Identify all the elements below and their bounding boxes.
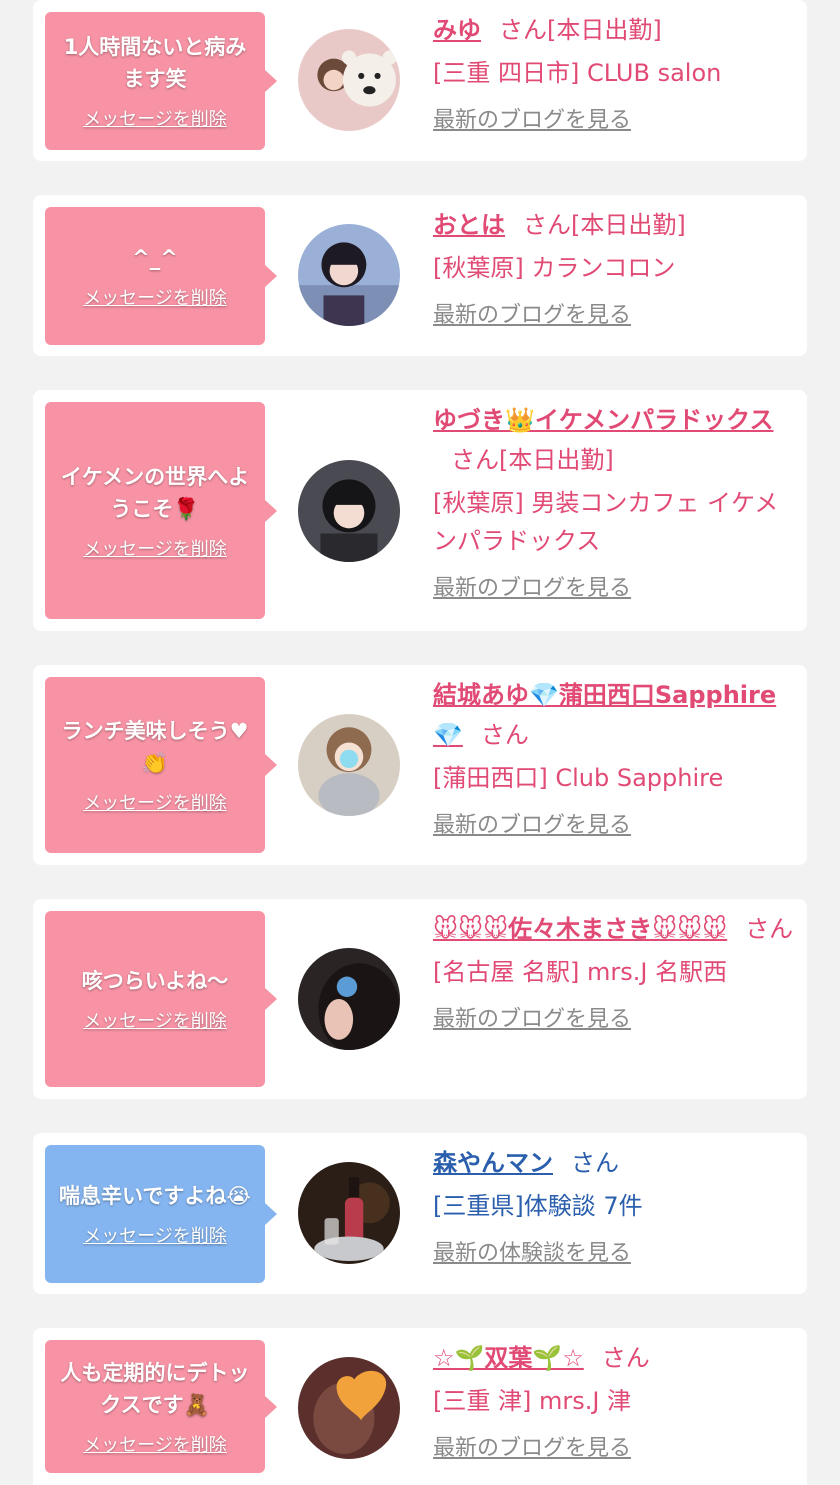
card-info: 🐭🐭🐭佐々木まさき🐭🐭🐭 さん [名古屋 名駅] mrs.J 名駅西 最新のブログ…: [433, 909, 795, 1035]
message-text: 咳つらいよね〜: [81, 969, 229, 993]
name-suffix: さん[本日出勤]: [451, 446, 614, 474]
cast-name-link[interactable]: みゆ: [433, 16, 481, 44]
latest-blog-link[interactable]: 最新のブログを見る: [433, 1005, 795, 1035]
card-info: 森やんマン さん [三重県]体験談 7件 最新の体験談を見る: [433, 1143, 795, 1269]
name-suffix: さん: [601, 1344, 650, 1372]
cast-name-link[interactable]: ゆづき👑イケメンパラドックス: [433, 406, 773, 434]
review-count: [三重県]体験談 7件: [433, 1192, 643, 1220]
avatar[interactable]: [298, 224, 400, 326]
shop-location: [三重 津] mrs.J 津: [433, 1387, 632, 1415]
cast-name-link[interactable]: ☆🌱双葉🌱☆: [433, 1344, 584, 1372]
message-bubble: 咳つらいよね〜 メッセージを削除: [45, 911, 277, 1087]
card-info: みゆ さん[本日出勤] [三重 四日市] CLUB salon 最新のブログを見る: [433, 10, 795, 136]
shop-location: [蒲田西口] Club Sapphire: [433, 764, 724, 792]
avatar[interactable]: [298, 948, 400, 1050]
reviewer-name-link[interactable]: 森やんマン: [433, 1149, 553, 1177]
message-text: イケメンの世界へようこそ🌹: [60, 464, 250, 521]
latest-blog-link[interactable]: 最新のブログを見る: [433, 1434, 795, 1464]
avatar[interactable]: [298, 1357, 400, 1459]
card-info: ☆🌱双葉🌱☆ さん [三重 津] mrs.J 津 最新のブログを見る: [433, 1338, 795, 1464]
shop-location: [三重 四日市] CLUB salon: [433, 59, 722, 87]
delete-message-link[interactable]: メッセージを削除: [83, 1431, 227, 1457]
message-bubble: 人も定期的にデトックスです🧸 メッセージを削除: [45, 1340, 277, 1473]
message-bubble: 喘息辛いですよね😭 メッセージを削除: [45, 1145, 277, 1283]
message-card: ランチ美味しそう♥👏 メッセージを削除 結城あゆ💎蒲田西口Sapphire💎 さん…: [33, 665, 807, 865]
message-card: イケメンの世界へようこそ🌹 メッセージを削除 ゆづき👑イケメンパラドックスさん[…: [33, 390, 807, 631]
message-card: 人も定期的にデトックスです🧸 メッセージを削除 ☆🌱双葉🌱☆ さん [三重 津] …: [33, 1328, 807, 1485]
latest-blog-link[interactable]: 最新のブログを見る: [433, 106, 795, 136]
message-text: ランチ美味しそう♥👏: [61, 719, 249, 775]
cast-name-link[interactable]: おとは: [433, 211, 505, 239]
shop-location: [名古屋 名駅] mrs.J 名駅西: [433, 958, 728, 986]
delete-message-link[interactable]: メッセージを削除: [83, 105, 227, 131]
cast-name-link[interactable]: 🐭🐭🐭佐々木まさき🐭🐭🐭: [433, 915, 727, 943]
delete-message-link[interactable]: メッセージを削除: [83, 284, 227, 310]
message-card: 1人時間ないと病みます笑 メッセージを削除 みゆ さん[本日出勤] [三重 四日市…: [33, 0, 807, 161]
shop-location: [秋葉原] カランコロン: [433, 254, 676, 282]
latest-blog-link[interactable]: 最新のブログを見る: [433, 574, 795, 604]
message-bubble: イケメンの世界へようこそ🌹 メッセージを削除: [45, 402, 277, 619]
delete-message-link[interactable]: メッセージを削除: [83, 789, 227, 815]
message-card: 咳つらいよね〜 メッセージを削除 🐭🐭🐭佐々木まさき🐭🐭🐭 さん [名古屋 名駅]…: [33, 899, 807, 1099]
name-suffix: さん[本日出勤]: [499, 16, 662, 44]
message-bubble: ^_^ メッセージを削除: [45, 207, 277, 345]
avatar[interactable]: [298, 29, 400, 131]
message-bubble: 1人時間ないと病みます笑 メッセージを削除: [45, 12, 277, 150]
message-text: 1人時間ないと病みます笑: [63, 35, 247, 91]
message-text: 人も定期的にデトックスです🧸: [60, 1360, 250, 1417]
name-suffix: さん: [571, 1149, 619, 1177]
card-info: 結城あゆ💎蒲田西口Sapphire💎 さん [蒲田西口] Club Sapphir…: [433, 675, 795, 841]
delete-message-link[interactable]: メッセージを削除: [83, 535, 227, 561]
latest-blog-link[interactable]: 最新のブログを見る: [433, 301, 795, 331]
delete-message-link[interactable]: メッセージを削除: [83, 1222, 227, 1248]
delete-message-link[interactable]: メッセージを削除: [83, 1007, 227, 1033]
message-card: 喘息辛いですよね😭 メッセージを削除 森やんマン さん [三重県]体験談 7件 最…: [33, 1133, 807, 1294]
name-suffix: さん[本日出勤]: [523, 211, 686, 239]
latest-blog-link[interactable]: 最新のブログを見る: [433, 811, 795, 841]
shop-location: [秋葉原] 男装コンカフェ イケメンパラドックス: [433, 489, 779, 555]
latest-review-link[interactable]: 最新の体験談を見る: [433, 1239, 795, 1269]
avatar[interactable]: [298, 1162, 400, 1264]
message-text: ^_^: [132, 246, 178, 270]
name-suffix: さん: [480, 721, 529, 749]
avatar[interactable]: [298, 460, 400, 562]
name-suffix: さん: [745, 915, 794, 943]
message-text: 喘息辛いですよね😭: [59, 1184, 251, 1208]
message-card: ^_^ メッセージを削除 おとは さん[本日出勤] [秋葉原] カランコロン 最新…: [33, 195, 807, 356]
card-info: ゆづき👑イケメンパラドックスさん[本日出勤] [秋葉原] 男装コンカフェ イケメ…: [433, 400, 795, 604]
card-info: おとは さん[本日出勤] [秋葉原] カランコロン 最新のブログを見る: [433, 205, 795, 331]
avatar[interactable]: [298, 714, 400, 816]
message-list: 1人時間ないと病みます笑 メッセージを削除 みゆ さん[本日出勤] [三重 四日市…: [0, 0, 840, 1485]
message-bubble: ランチ美味しそう♥👏 メッセージを削除: [45, 677, 277, 853]
